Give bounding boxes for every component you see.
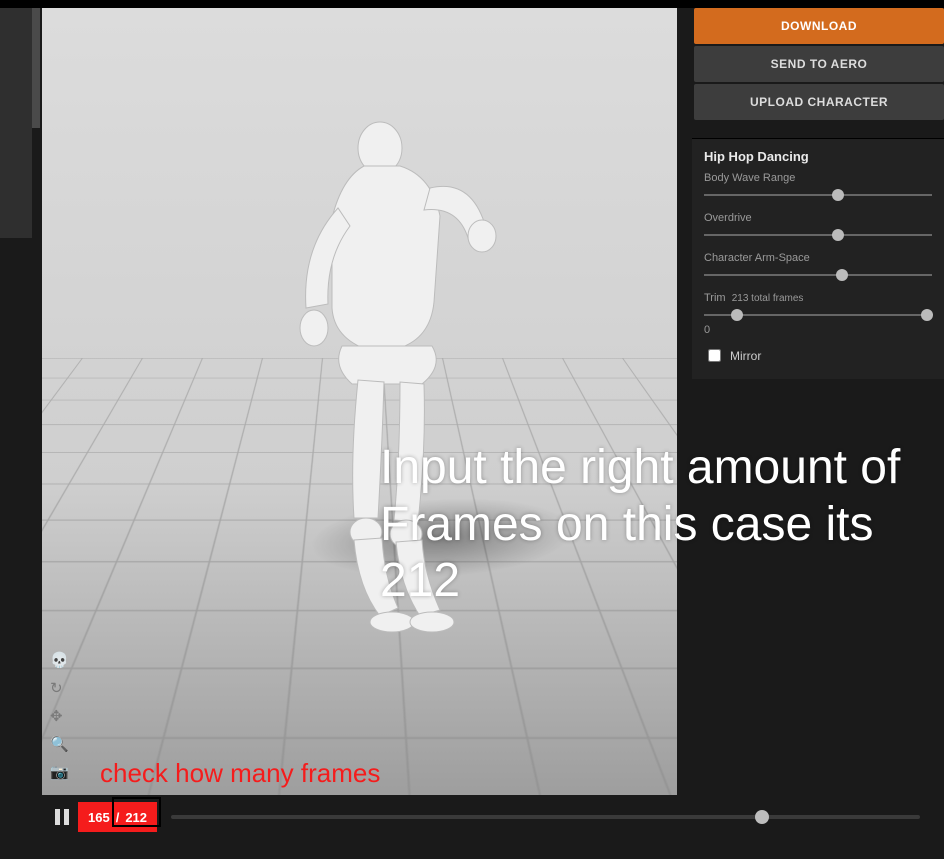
camera-icon[interactable]: 📷 xyxy=(50,763,69,781)
timeline-thumb[interactable] xyxy=(755,810,769,824)
trim-total-frames: 213 total frames xyxy=(732,293,804,304)
param-arm-space: Character Arm-Space xyxy=(704,252,932,282)
frame-separator: / xyxy=(116,810,120,825)
play-bar: 165 / 212 xyxy=(42,795,934,839)
send-to-aero-button[interactable]: SEND TO AERO xyxy=(694,46,944,82)
trim-end-thumb[interactable] xyxy=(921,309,933,321)
right-panel: DOWNLOAD SEND TO AERO UPLOAD CHARACTER H… xyxy=(692,8,944,379)
param-trim: Trim 213 total frames 0 xyxy=(704,292,932,336)
arm-space-slider[interactable] xyxy=(704,268,932,282)
timeline-scrubber[interactable] xyxy=(171,815,920,819)
param-label: Overdrive xyxy=(704,212,932,224)
frame-counter: 165 / 212 xyxy=(78,802,157,832)
overdrive-slider[interactable] xyxy=(704,228,932,242)
left-strip xyxy=(0,8,32,238)
mirror-label: Mirror xyxy=(730,349,761,363)
param-body-wave-range: Body Wave Range xyxy=(704,172,932,202)
param-label: Body Wave Range xyxy=(704,172,932,184)
pause-button[interactable] xyxy=(50,805,74,829)
reset-icon[interactable]: ↻ xyxy=(50,679,69,697)
current-frame: 165 xyxy=(88,810,110,825)
trim-start-value: 0 xyxy=(704,324,932,336)
download-button[interactable]: DOWNLOAD xyxy=(694,8,944,44)
selected-thumb-indicator xyxy=(32,8,40,128)
app-root: 💀 ↻ ✥ 🔍 📷 Input the right amount of Fram… xyxy=(0,0,944,859)
total-frames: 212 xyxy=(125,810,147,825)
mirror-checkbox-row[interactable]: Mirror xyxy=(704,346,932,365)
slider-thumb[interactable] xyxy=(832,229,844,241)
mirror-checkbox[interactable] xyxy=(708,349,721,362)
param-label: Character Arm-Space xyxy=(704,252,932,264)
trim-slider[interactable] xyxy=(704,308,932,322)
param-overdrive: Overdrive xyxy=(704,212,932,242)
animation-title: Hip Hop Dancing xyxy=(704,149,932,164)
body-wave-range-slider[interactable] xyxy=(704,188,932,202)
skull-icon[interactable]: 💀 xyxy=(50,651,69,669)
param-label: Trim 213 total frames xyxy=(704,292,932,304)
viewport-tool-icons: 💀 ↻ ✥ 🔍 📷 xyxy=(50,651,69,781)
slider-thumb[interactable] xyxy=(836,269,848,281)
trim-start-thumb[interactable] xyxy=(731,309,743,321)
viewport-3d[interactable]: 💀 ↻ ✥ 🔍 📷 xyxy=(42,8,677,795)
upload-character-button[interactable]: UPLOAD CHARACTER xyxy=(694,84,944,120)
move-icon[interactable]: ✥ xyxy=(50,707,69,725)
slider-thumb[interactable] xyxy=(832,189,844,201)
zoom-icon[interactable]: 🔍 xyxy=(50,735,69,753)
animation-params-panel: Hip Hop Dancing Body Wave Range Overdriv… xyxy=(692,138,944,379)
character-figure xyxy=(272,118,532,638)
top-bar xyxy=(0,0,944,8)
